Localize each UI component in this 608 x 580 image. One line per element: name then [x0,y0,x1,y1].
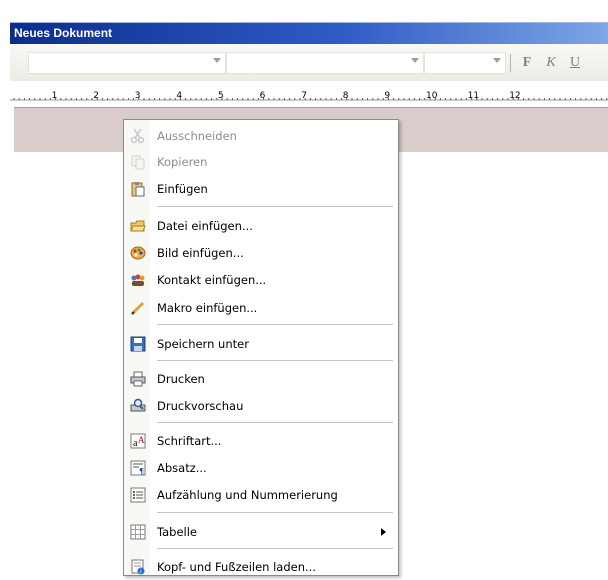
copy-icon [130,154,146,170]
menu-item-label: Kontakt einfügen... [157,273,267,287]
ruler-number: 8 [343,91,349,101]
menu-separator [157,422,393,423]
chevron-down-icon[interactable] [411,58,419,63]
menu-item-label: Drucken [157,372,205,386]
menu-item-label: Druckvorschau [157,399,244,413]
menu-item-ausschneiden: Ausschneiden [124,123,398,149]
menu-item-kopf-und-fußzeilen-laden[interactable]: i Kopf- und Fußzeilen laden... [124,554,398,580]
menu-separator [157,324,393,325]
formatting-toolbar: F K U [10,44,608,82]
ruler-number: 3 [135,91,141,101]
open-file-icon [130,218,146,234]
italic-button[interactable]: K [542,54,560,72]
menu-item-absatz[interactable]: ¶ Absatz... [124,455,398,481]
editor-window: Neues Dokument F K U 1 2 3 4 5 6 7 8 9 10 11 12 Aus… [0,0,608,576]
menu-item-label: Makro einfügen... [157,301,258,315]
menu-item-label: Datei einfügen... [157,219,253,233]
menu-item-label: Speichern unter [157,337,249,351]
menu-item-schriftart[interactable]: a A Schriftart... [124,428,398,454]
ruler-number: 12 [509,91,520,101]
save-icon [130,336,146,352]
print-preview-icon [130,398,146,414]
menu-separator [157,360,393,361]
menu-item-label: Schriftart... [157,434,222,448]
menu-item-druckvorschau[interactable]: Druckvorschau [124,393,398,419]
paragraph-icon: ¶ [130,460,146,476]
chevron-down-icon[interactable] [213,58,221,63]
menu-item-datei-einfügen[interactable]: Datei einfügen... [124,213,398,239]
menu-item-label: Kopf- und Fußzeilen laden... [157,560,316,574]
menu-item-label: Einfügen [157,182,208,196]
svg-text:¶: ¶ [139,467,144,476]
menu-separator [157,206,393,207]
menu-item-speichern-unter[interactable]: Speichern unter [124,331,398,357]
font-style-combo[interactable] [226,52,424,74]
bullet-list-icon [130,487,146,503]
ruler-scale: 1 2 3 4 5 6 7 8 9 10 11 12 [10,91,608,101]
paste-icon [130,181,146,197]
printer-icon [130,371,146,387]
menu-item-label: Aufzählung und Nummerierung [157,488,338,502]
ruler-number: 9 [384,91,390,101]
toolbar-separator [510,54,511,72]
underline-button[interactable]: U [566,54,584,72]
ruler-number: 4 [176,91,182,101]
menu-item-drucken[interactable]: Drucken [124,366,398,392]
contacts-icon [130,272,146,288]
ruler-number: 7 [301,91,307,101]
ruler-number: 11 [468,91,479,101]
menu-item-einfügen[interactable]: Einfügen [124,176,398,202]
scissors-icon [130,128,146,144]
menu-item-tabelle[interactable]: Tabelle [124,519,398,545]
chevron-down-icon[interactable] [493,58,501,63]
ruler[interactable]: 1 2 3 4 5 6 7 8 9 10 11 12 [10,81,608,106]
window-title: Neues Dokument [14,26,113,40]
ruler-number: 2 [93,91,99,101]
menu-item-label: Kopieren [157,155,208,169]
bold-button[interactable]: F [518,54,536,72]
table-icon [130,524,146,540]
menu-item-kontakt-einfügen[interactable]: Kontakt einfügen... [124,267,398,293]
submenu-arrow-icon [381,528,386,536]
title-bar: Neues Dokument [10,22,608,45]
ruler-number: 5 [218,91,224,101]
menu-item-kopieren: Kopieren [124,149,398,175]
context-menu: Ausschneiden Kopieren Einfügen Datei einfüg… [123,119,399,576]
font-icon: aA [130,433,146,449]
menu-item-label: Bild einfügen... [157,246,244,260]
ruler-number: 1 [52,91,58,101]
menu-separator [157,512,393,513]
menu-separator [157,548,393,549]
font-size-combo[interactable] [424,52,506,74]
menu-item-label: Tabelle [157,525,198,539]
menu-item-label: Ausschneiden [157,129,237,143]
header-footer-icon: i [130,559,146,576]
menu-item-aufzählung-und-nummerierung[interactable]: Aufzählung und Nummerierung [124,482,398,508]
palette-icon [130,245,146,261]
menu-item-makro-einfügen[interactable]: Makro einfügen... [124,295,398,321]
font-name-combo[interactable] [28,52,226,74]
ruler-number: 6 [260,91,266,101]
menu-item-bild-einfügen[interactable]: Bild einfügen... [124,240,398,266]
pencil-icon [130,300,146,316]
svg-text:A: A [138,435,145,445]
ruler-number: 10 [426,91,438,101]
menu-item-label: Absatz... [157,461,207,475]
